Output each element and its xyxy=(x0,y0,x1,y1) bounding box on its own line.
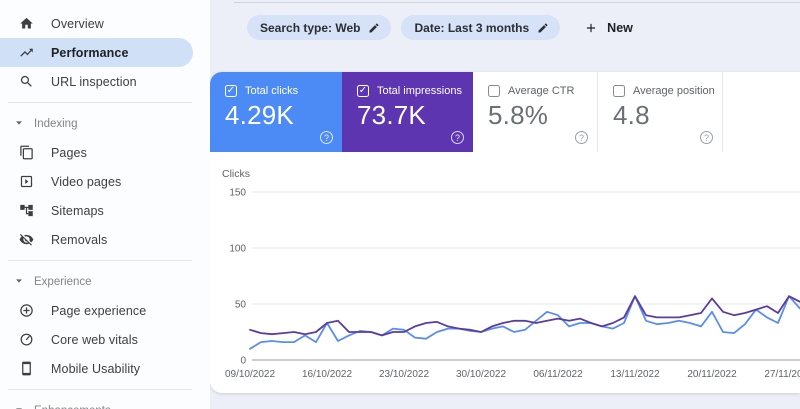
sidebar-divider xyxy=(8,389,192,390)
sidebar-section-experience[interactable]: Experience xyxy=(0,267,210,296)
sitemaps-icon xyxy=(18,203,34,219)
edit-icon xyxy=(368,22,380,34)
metric-card-average-ctr[interactable]: Average CTR 5.8%? xyxy=(473,72,598,152)
sidebar-label: Video pages xyxy=(51,175,121,189)
sidebar-divider xyxy=(8,260,192,261)
performance-panel: ✓ Total clicks 4.29K? ✓ Total impressions 73.… xyxy=(210,72,800,393)
y-tick-label: 100 xyxy=(229,244,246,255)
sidebar-label: Mobile Usability xyxy=(51,362,140,376)
sidebar-label: Page experience xyxy=(51,304,146,318)
pages-icon xyxy=(18,145,34,161)
edit-icon xyxy=(537,22,549,34)
chevron-down-icon xyxy=(14,402,24,409)
y-axis-label: Clicks xyxy=(222,168,250,180)
metric-label: Total impressions xyxy=(377,85,462,97)
new-filter-label: New xyxy=(607,21,633,35)
sidebar-label: Pages xyxy=(51,146,87,160)
home-icon xyxy=(18,16,34,32)
sidebar-item-removals[interactable]: Removals xyxy=(0,225,193,254)
metric-label: Total clicks xyxy=(245,85,298,97)
sidebar-divider xyxy=(8,102,192,103)
sidebar: Overview Performance URL inspection Indexin… xyxy=(0,0,210,409)
x-tick-label: 23/10/2022 xyxy=(379,369,429,380)
sidebar-label: Enhancements xyxy=(34,405,111,409)
x-tick-label: 06/11/2022 xyxy=(533,369,583,380)
checkbox-unchecked-icon[interactable] xyxy=(613,85,625,97)
top-divider xyxy=(234,2,800,3)
sidebar-item-overview[interactable]: Overview xyxy=(0,9,193,38)
x-tick-label: 13/11/2022 xyxy=(610,369,660,380)
chevron-down-icon xyxy=(14,273,24,291)
x-tick-label: 20/11/2022 xyxy=(687,369,737,380)
y-tick-label: 0 xyxy=(240,356,246,367)
metric-value: 73.7K xyxy=(357,100,473,131)
metrics-row: ✓ Total clicks 4.29K? ✓ Total impressions 73.… xyxy=(210,72,800,152)
metric-value: 5.8% xyxy=(488,100,597,131)
metric-card-average-position[interactable]: Average position 4.8? xyxy=(598,72,723,152)
sidebar-item-pages[interactable]: Pages xyxy=(0,138,193,167)
help-icon[interactable]: ? xyxy=(700,131,713,144)
sidebar-item-page-experience[interactable]: Page experience xyxy=(0,296,193,325)
chevron-down-icon xyxy=(14,115,24,133)
sidebar-label: Core web vitals xyxy=(51,333,138,347)
main-content: Search type: WebDate: Last 3 months New … xyxy=(210,0,800,409)
chip-label: Date: Last 3 months xyxy=(414,21,529,35)
sidebar-label: Experience xyxy=(34,276,92,288)
removals-icon xyxy=(18,232,34,248)
filter-chip-date[interactable]: Date: Last 3 months xyxy=(401,15,560,40)
search-icon xyxy=(18,74,34,90)
sidebar-item-performance[interactable]: Performance xyxy=(0,38,193,67)
x-tick-label: 16/10/2022 xyxy=(302,369,352,380)
x-tick-label: 27/11/2022 xyxy=(764,369,800,380)
help-icon[interactable]: ? xyxy=(451,131,464,144)
sidebar-item-url-inspection[interactable]: URL inspection xyxy=(0,67,193,96)
sidebar-label: Performance xyxy=(51,46,129,60)
mobile-usability-icon xyxy=(18,361,34,377)
checkbox-checked-icon[interactable]: ✓ xyxy=(357,85,369,97)
y-tick-label: 50 xyxy=(235,300,247,311)
checkbox-checked-icon[interactable]: ✓ xyxy=(225,85,237,97)
y-tick-label: 150 xyxy=(229,188,246,199)
x-tick-label: 30/10/2022 xyxy=(456,369,506,380)
metric-card-total-impressions[interactable]: ✓ Total impressions 73.7K? xyxy=(342,72,473,152)
sidebar-label: Removals xyxy=(51,233,107,247)
checkbox-unchecked-icon[interactable] xyxy=(488,85,500,97)
sidebar-item-sitemaps[interactable]: Sitemaps xyxy=(0,196,193,225)
chip-label: Search type: Web xyxy=(260,21,360,35)
sidebar-label: URL inspection xyxy=(51,75,137,89)
sidebar-item-mobile-usability[interactable]: Mobile Usability xyxy=(0,354,193,383)
metric-label: Average position xyxy=(633,85,715,97)
metric-value: 4.29K xyxy=(225,100,342,131)
help-icon[interactable]: ? xyxy=(575,131,588,144)
performance-chart[interactable]: Clicks 0 50 100 150 09/10/2022 16/10/2022 23/10… xyxy=(210,167,800,393)
metric-value: 4.8 xyxy=(613,100,722,131)
plus-icon xyxy=(584,21,598,35)
sidebar-label: Sitemaps xyxy=(51,204,104,218)
new-filter-button[interactable]: New xyxy=(584,21,633,35)
sidebar-item-core-web-vitals[interactable]: Core web vitals xyxy=(0,325,193,354)
performance-icon xyxy=(18,45,34,61)
metric-label: Average CTR xyxy=(508,85,574,97)
help-icon[interactable]: ? xyxy=(320,131,333,144)
video-pages-icon xyxy=(18,174,34,190)
metric-card-total-clicks[interactable]: ✓ Total clicks 4.29K? xyxy=(210,72,342,152)
page-experience-icon xyxy=(18,303,34,319)
filter-chip-search-type[interactable]: Search type: Web xyxy=(247,15,391,40)
sidebar-item-video-pages[interactable]: Video pages xyxy=(0,167,193,196)
filter-toolbar: Search type: Web Date: Last 3 months New xyxy=(247,15,633,40)
sidebar-section-indexing[interactable]: Indexing xyxy=(0,109,210,138)
x-tick-label: 09/10/2022 xyxy=(225,369,275,380)
core-web-vitals-icon xyxy=(18,332,34,348)
sidebar-label: Overview xyxy=(51,17,104,31)
sidebar-label: Indexing xyxy=(34,118,77,130)
sidebar-section-enhancements[interactable]: Enhancements xyxy=(0,396,210,409)
